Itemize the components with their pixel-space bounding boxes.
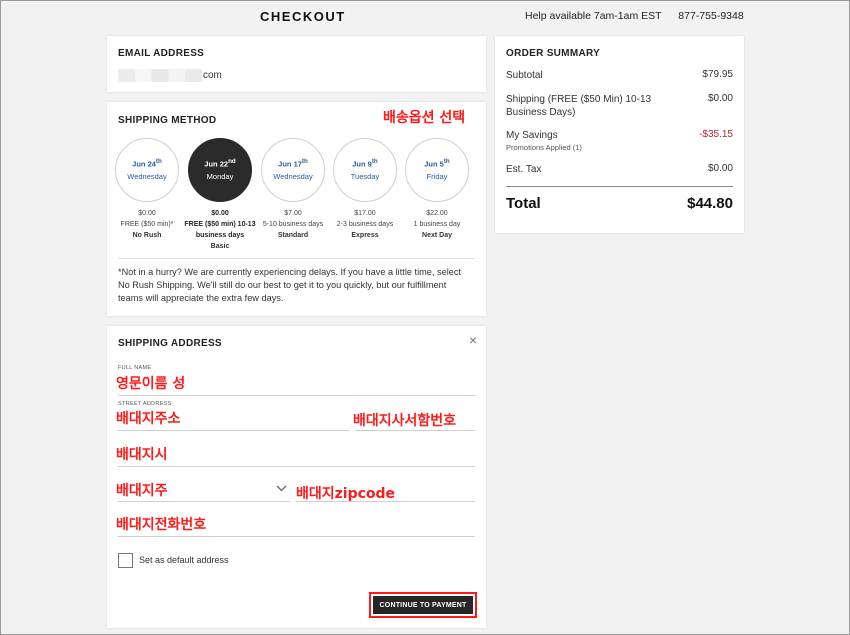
shipping-value: $0.00 bbox=[707, 93, 733, 104]
option-description: FREE ($50 min)* bbox=[120, 221, 174, 228]
shipping-option-standard[interactable]: Jun 17th Wednesday bbox=[261, 138, 325, 202]
option-price: $0.00 bbox=[138, 210, 156, 217]
option-description: 5-10 business days bbox=[262, 221, 324, 228]
option-day: Friday bbox=[426, 171, 448, 181]
tax-label: Est. Tax bbox=[506, 164, 542, 175]
phone-underline bbox=[118, 536, 475, 537]
email-redacted bbox=[118, 69, 202, 82]
divider bbox=[118, 258, 475, 259]
option-date: Jun 9 bbox=[352, 159, 372, 169]
total-label: Total bbox=[506, 195, 541, 212]
email-section: EMAIL ADDRESS com bbox=[107, 36, 486, 92]
close-icon[interactable]: × bbox=[469, 332, 477, 348]
email-domain: com bbox=[203, 70, 222, 81]
option-name: Express bbox=[351, 232, 379, 239]
subtotal-label: Subtotal bbox=[506, 70, 543, 81]
city-underline bbox=[118, 466, 475, 467]
zip-field[interactable]: 배대지zipcode bbox=[296, 483, 395, 503]
option-date-suffix: nd bbox=[228, 158, 236, 165]
option-price: $22.00 bbox=[426, 210, 448, 217]
city-field[interactable]: 배대지시 bbox=[116, 444, 168, 464]
shipping-label: Shipping (FREE ($50 Min) 10-13 Business … bbox=[506, 94, 652, 118]
shipping-option-next-day[interactable]: Jun 5th Friday bbox=[405, 138, 469, 202]
shipping-method-annotation: 배송옵션 선택 bbox=[383, 110, 466, 126]
total-value: $44.80 bbox=[687, 195, 733, 212]
continue-button-highlight: CONTINUE TO PAYMENT bbox=[369, 592, 477, 618]
option-name: Standard bbox=[277, 232, 309, 239]
savings-label: My Savings bbox=[506, 130, 558, 141]
shipping-option-no-rush[interactable]: Jun 24th Wednesday bbox=[115, 138, 179, 202]
option-date-suffix: th bbox=[301, 158, 308, 165]
option-details-basic: $0.00 FREE ($50 min) 10-13 business days… bbox=[180, 208, 260, 252]
default-address-label: Set as default address bbox=[139, 555, 229, 565]
state-select[interactable]: 배대지주 bbox=[116, 480, 168, 500]
option-date-suffix: th bbox=[443, 158, 450, 165]
shipping-delay-note: *Not in a hurry? We are currently experi… bbox=[118, 267, 461, 303]
default-address-checkbox[interactable] bbox=[118, 553, 133, 568]
street-address-label: STREET ADDRESS bbox=[118, 401, 172, 407]
shipping-option-basic[interactable]: Jun 22nd Monday bbox=[188, 138, 252, 202]
continue-to-payment-button[interactable]: CONTINUE TO PAYMENT bbox=[373, 596, 473, 614]
email-section-title: EMAIL ADDRESS bbox=[118, 48, 205, 59]
option-date: Jun 5 bbox=[424, 159, 444, 169]
full-name-label: FULL NAME bbox=[118, 365, 152, 371]
option-day: Wednesday bbox=[127, 171, 167, 181]
full-name-underline bbox=[118, 395, 475, 396]
option-date: Jun 17 bbox=[278, 159, 302, 169]
option-name: No Rush bbox=[132, 232, 162, 239]
help-phone[interactable]: 877-755-9348 bbox=[678, 10, 743, 22]
state-underline bbox=[118, 501, 290, 502]
option-price: $7.00 bbox=[284, 210, 302, 217]
street-address-field[interactable]: 배대지주소 bbox=[116, 408, 180, 428]
option-details-standard: $7.00 5-10 business days Standard bbox=[253, 208, 333, 241]
tax-value: $0.00 bbox=[707, 163, 733, 174]
street-address-underline bbox=[118, 430, 350, 431]
option-name: Basic bbox=[210, 243, 230, 250]
option-date-suffix: th bbox=[155, 158, 162, 165]
option-description: 2-3 business days bbox=[336, 221, 394, 228]
shipping-method-title: SHIPPING METHOD bbox=[118, 115, 217, 126]
option-description: FREE ($50 min) 10-13 business days bbox=[184, 221, 256, 239]
suite-field[interactable]: 배대지사서함번호 bbox=[353, 410, 456, 430]
help-text: Help available 7am-1am EST bbox=[525, 10, 662, 22]
summary-divider bbox=[506, 186, 733, 187]
option-details-express: $17.00 2-3 business days Express bbox=[325, 208, 405, 241]
phone-field[interactable]: 배대지전화번호 bbox=[116, 514, 206, 534]
full-name-field[interactable]: 영문이름 성 bbox=[116, 373, 185, 393]
order-summary-title: ORDER SUMMARY bbox=[506, 48, 601, 59]
page-title: CHECKOUT bbox=[260, 9, 346, 24]
option-date: Jun 22 bbox=[204, 159, 229, 169]
option-details-next-day: $22.00 1 business day Next Day bbox=[397, 208, 477, 241]
savings-value: -$35.15 bbox=[699, 129, 733, 140]
shipping-address-section: SHIPPING ADDRESS × FULL NAME 영문이름 성 STRE… bbox=[107, 326, 486, 628]
total-row: Total $44.80 bbox=[506, 195, 733, 212]
chevron-down-icon[interactable] bbox=[276, 484, 287, 495]
subtotal-value: $79.95 bbox=[702, 69, 733, 80]
option-name: Next Day bbox=[422, 232, 452, 239]
shipping-method-section: SHIPPING METHOD 배송옵션 선택 Jun 24th Wednesd… bbox=[107, 102, 486, 316]
option-date: Jun 24 bbox=[132, 159, 156, 169]
option-description: 1 business day bbox=[413, 221, 461, 228]
shipping-address-title: SHIPPING ADDRESS bbox=[118, 338, 222, 349]
option-day: Monday bbox=[206, 171, 234, 181]
zip-underline bbox=[296, 501, 475, 502]
option-day: Tuesday bbox=[350, 171, 380, 181]
option-price: $17.00 bbox=[354, 210, 376, 217]
option-day: Wednesday bbox=[273, 171, 313, 181]
order-summary-section: ORDER SUMMARY Subtotal $79.95 Shipping (… bbox=[495, 36, 744, 233]
suite-underline bbox=[355, 430, 475, 431]
shipping-option-express[interactable]: Jun 9th Tuesday bbox=[333, 138, 397, 202]
help-info: Help available 7am-1am EST 877-755-9348 bbox=[525, 10, 744, 22]
option-details-no-rush: $0.00 FREE ($50 min)* No Rush bbox=[107, 208, 187, 241]
option-date-suffix: th bbox=[371, 158, 378, 165]
option-price: $0.00 bbox=[211, 210, 229, 217]
promotions-applied[interactable]: Promotions Applied (1) bbox=[506, 142, 656, 153]
